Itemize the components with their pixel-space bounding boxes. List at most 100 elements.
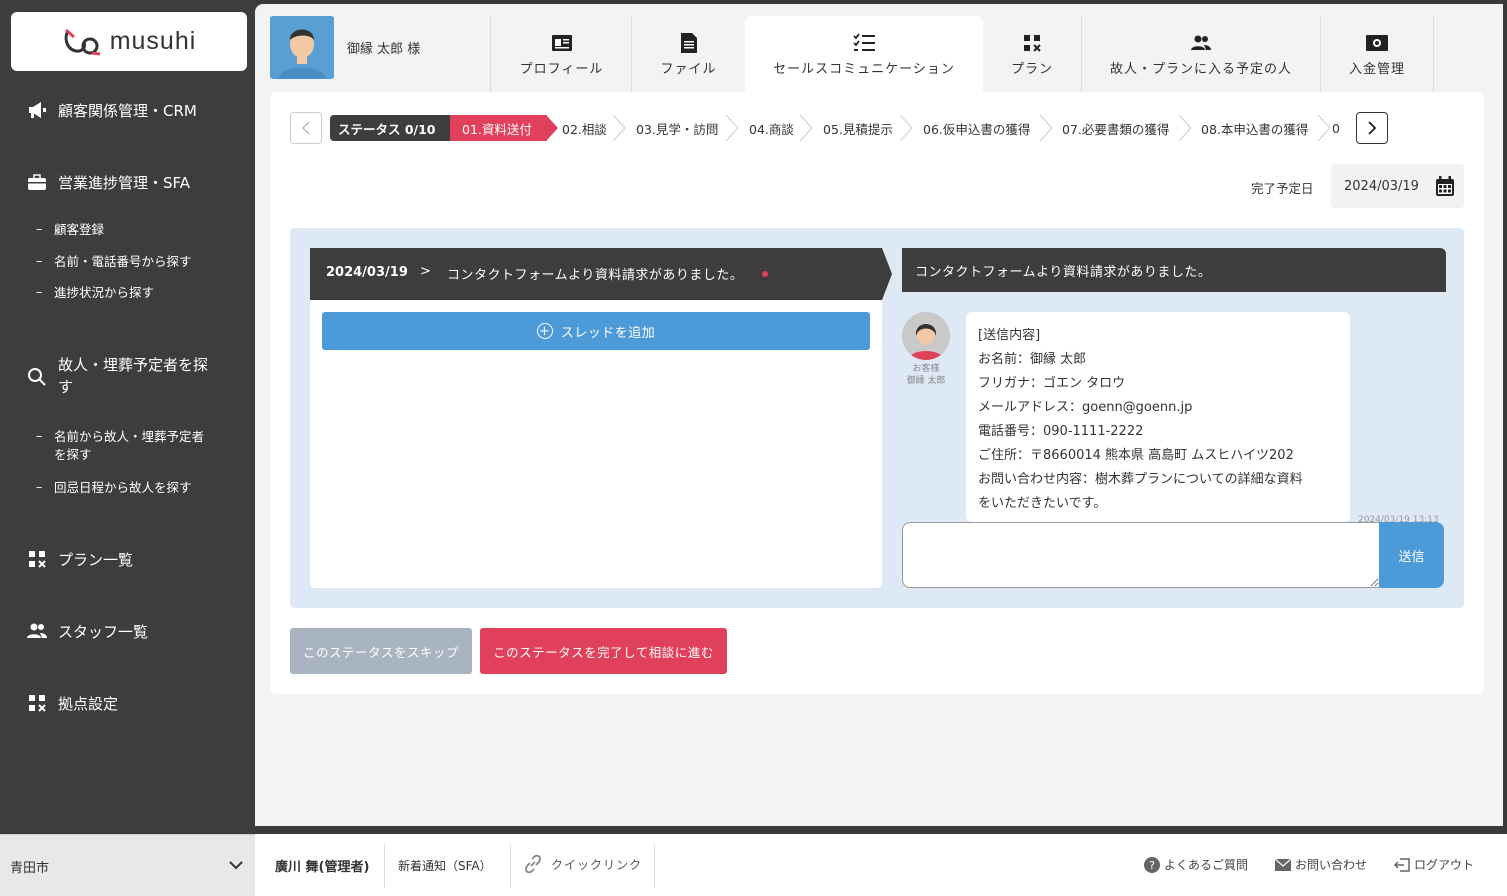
logo[interactable]: musuhi — [11, 12, 247, 71]
calendar-icon[interactable] — [1436, 176, 1454, 200]
status-chevron — [900, 115, 912, 141]
status-chevron — [800, 115, 812, 141]
status-step-06[interactable]: 06.仮申込書の獲得 — [923, 115, 1030, 141]
message-line: 電話番号：090-1111-2222 — [978, 424, 1144, 439]
status-step-01[interactable]: 01.資料送付 — [450, 115, 547, 141]
thread-date: 2024/03/19 — [326, 265, 408, 280]
avatar — [270, 16, 334, 79]
megaphone-icon — [26, 99, 48, 121]
main-area: 御縁 太郎 様 プロフィール ファイル セールスコミュニケーション プラン 故人… — [255, 4, 1503, 826]
tab-plan-label: プラン — [1010, 61, 1053, 77]
thread-title: コンタクトフォームより資料請求がありました。 — [447, 268, 744, 283]
tab-profile-label: プロフィール — [519, 61, 604, 77]
nav-search-label-2: す — [58, 378, 74, 396]
conversation-title: コンタクトフォームより資料請求がありました。 — [902, 248, 1446, 292]
message-input[interactable] — [902, 522, 1380, 588]
complete-status-button[interactable]: このステータスを完了して相談に進む — [480, 628, 727, 674]
message-line: ご住所：〒8660014 熊本県 高島町 ムスヒハイツ202 — [978, 448, 1294, 463]
status-step-07[interactable]: 07.必要書類の獲得 — [1062, 115, 1169, 141]
send-button[interactable]: 送信 — [1379, 522, 1444, 588]
nav-sfa-label: 営業進捗管理・SFA — [58, 173, 191, 192]
tab-sales-communication-label: セールスコミュニケーション — [773, 61, 955, 77]
plus-circle-icon: + — [536, 323, 553, 339]
sidebar-item-customer-register[interactable]: – 顧客登録 — [36, 221, 104, 239]
thread-item[interactable]: 2024/03/19 > コンタクトフォームより資料請求がありました。 — [310, 248, 892, 300]
communication-area: 2024/03/19 > コンタクトフォームより資料請求がありました。 + スレ… — [290, 228, 1464, 608]
city-value: 青田市 — [10, 861, 50, 876]
footer-bar: 廣川 舞(管理者) 新着通知（SFA） クイックリンク ? よくあるご質問 お問… — [255, 834, 1507, 896]
logout-link[interactable]: ログアウト — [1394, 856, 1474, 873]
message-line: [送信内容] — [978, 328, 1041, 343]
contact-link[interactable]: お問い合わせ — [1275, 856, 1367, 873]
message-line: お名前：御縁 太郎 — [978, 352, 1087, 367]
sidebar-item-search-memorial[interactable]: – 回忌日程から故人を探す — [36, 479, 192, 497]
status-chevron — [1318, 115, 1330, 141]
tab-deceased-plan-members-label: 故人・プランに入る予定の人 — [1109, 61, 1292, 77]
message-line: フリガナ：ゴエン タロウ — [978, 376, 1126, 391]
skip-status-button[interactable]: このステータスをスキップ — [290, 628, 472, 674]
nav-base-settings-label: 拠点設定 — [58, 694, 119, 713]
tab-plan[interactable]: プラン — [983, 16, 1081, 92]
footer-divider — [384, 844, 385, 888]
logout-icon — [1394, 857, 1410, 872]
thread-list: + スレッドを追加 — [310, 300, 882, 588]
status-step-08[interactable]: 08.本申込書の獲得 — [1201, 115, 1308, 141]
chevron-right-icon — [1368, 121, 1377, 135]
status-step-04[interactable]: 04.商談 — [749, 115, 794, 141]
quicklink-button[interactable]: クイックリンク — [523, 854, 642, 874]
status-prev-button[interactable] — [290, 112, 322, 144]
nav-base-settings[interactable]: 拠点設定 — [26, 692, 118, 714]
add-thread-button[interactable]: + スレッドを追加 — [322, 312, 870, 350]
logo-text: musuhi — [109, 27, 197, 55]
tab-payment-label: 入金管理 — [1348, 61, 1405, 77]
sender-avatar — [902, 312, 950, 360]
nav-staff-list[interactable]: スタッフ一覧 — [26, 620, 148, 642]
tab-files-label: ファイル — [660, 61, 717, 77]
link-icon — [523, 854, 543, 874]
money-icon — [1366, 32, 1388, 54]
status-chevron — [546, 115, 558, 141]
sidebar: musuhi 顧客関係管理・CRM 営業進捗管理・SFA – 顧客登録 – 名前・電… — [0, 0, 255, 834]
status-step-02[interactable]: 02.相談 — [562, 115, 607, 141]
status-step-05[interactable]: 05.見積提示 — [823, 115, 893, 141]
sender-name: 御縁 太郎 — [906, 376, 946, 386]
status-step-03[interactable]: 03.見学・訪問 — [636, 115, 718, 141]
nav-search-deceased[interactable]: 故人・埋葬予定者を探 す — [26, 354, 208, 398]
status-progress-bar: ステータス 0/10 01.資料送付 02.相談 03.見学・訪問 04.商談 … — [330, 115, 1342, 141]
nav-crm[interactable]: 顧客関係管理・CRM — [26, 99, 197, 121]
tab-sales-communication[interactable]: セールスコミュニケーション — [745, 16, 983, 92]
status-chevron — [1040, 115, 1052, 141]
status-next-button[interactable] — [1356, 112, 1388, 144]
status-step-09[interactable]: 0 — [1332, 115, 1340, 141]
tab-profile[interactable]: プロフィール — [490, 16, 632, 92]
contact-label: お問い合わせ — [1295, 858, 1368, 872]
question-icon: ? — [1144, 856, 1160, 873]
faq-label: よくあるご質問 — [1164, 858, 1249, 872]
nav-plan-list[interactable]: プラン一覧 — [26, 548, 133, 570]
city-selector[interactable]: 青田市 — [0, 834, 255, 896]
notification-link[interactable]: 新着通知（SFA） — [398, 857, 492, 874]
due-date-picker[interactable]: 2024/03/19 — [1331, 164, 1464, 208]
tab-deceased-plan-members[interactable]: 故人・プランに入る予定の人 — [1081, 16, 1320, 92]
due-date-label: 完了予定日 — [1251, 181, 1314, 196]
plan-icon — [26, 692, 48, 714]
message-line: をいただきたいです。 — [978, 496, 1107, 511]
profile-card-icon — [551, 32, 572, 54]
sidebar-item-search-progress[interactable]: – 進捗状況から探す — [36, 284, 154, 302]
status-chevron — [1179, 115, 1191, 141]
people-icon — [1190, 32, 1212, 54]
status-chevron — [613, 115, 625, 141]
message-line: お問い合わせ内容：樹木葬プランについての詳細な資料 — [978, 472, 1303, 487]
sidebar-item-search-name-phone[interactable]: – 名前・電話番号から探す — [36, 253, 192, 271]
faq-link[interactable]: ? よくあるご質問 — [1144, 856, 1248, 873]
tab-files[interactable]: ファイル — [631, 16, 745, 92]
search-icon — [26, 366, 48, 388]
sidebar-item-search-deceased-name[interactable]: – 名前から故人・埋葬予定者 を探す — [36, 428, 204, 464]
logo-mark-icon — [62, 27, 104, 57]
sales-communication-panel: ステータス 0/10 01.資料送付 02.相談 03.見学・訪問 04.商談 … — [270, 92, 1484, 694]
svg-text:?: ? — [1149, 859, 1155, 872]
due-date-value: 2024/03/19 — [1344, 178, 1419, 194]
tab-payment[interactable]: 入金管理 — [1320, 16, 1434, 92]
footer-divider — [654, 844, 655, 888]
nav-sfa[interactable]: 営業進捗管理・SFA — [26, 171, 190, 193]
